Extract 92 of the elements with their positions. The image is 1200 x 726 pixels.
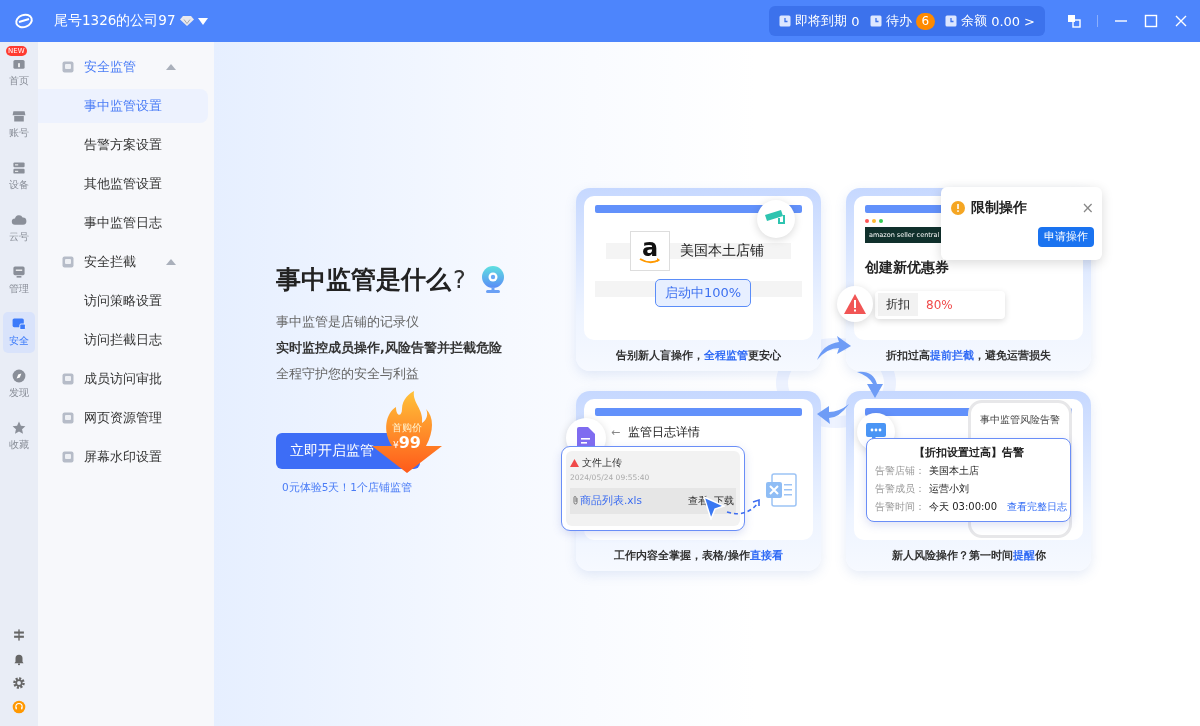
- store-logo: a: [630, 230, 670, 271]
- close-icon[interactable]: [1174, 14, 1188, 28]
- screenshot-icon[interactable]: [1067, 14, 1081, 28]
- status-value: 0: [851, 13, 860, 29]
- rail-item[interactable]: 云号: [3, 208, 35, 249]
- menu-group[interactable]: 安全监管: [38, 50, 208, 84]
- description-line: 实时监控成员操作,风险告警并拦截危险: [276, 340, 503, 357]
- page-icon: [62, 412, 74, 424]
- back-arrow: ←: [611, 425, 621, 439]
- alert-value: 运营小刘: [929, 481, 969, 496]
- rail-label: 设备: [9, 178, 29, 192]
- page-icon: [62, 61, 74, 73]
- webcam-icon: [479, 264, 506, 295]
- rail-item[interactable]: 设备: [3, 156, 35, 197]
- description-line: 全程守护您的安全与利益: [276, 366, 420, 383]
- rail-label: 收藏: [9, 438, 29, 452]
- cloud-icon: [11, 212, 27, 228]
- menu-item[interactable]: 屏幕水印设置: [38, 440, 208, 474]
- server-icon: [11, 160, 27, 176]
- description-line: 事中监管是店铺的记录仪: [276, 314, 420, 331]
- caret-icon[interactable]: [197, 17, 208, 25]
- question-mark: ?: [453, 265, 466, 294]
- page-heading: 监管日志详情: [628, 423, 701, 441]
- monitor-icon: [11, 264, 27, 280]
- status-value: 0.00: [991, 13, 1021, 29]
- status-label[interactable]: 余额: [961, 12, 988, 30]
- page-heading: 创建新优惠券: [865, 258, 949, 277]
- clock-icon: [779, 15, 792, 27]
- count-badge: 6: [915, 12, 936, 30]
- status-pill: 启动中100%: [655, 278, 751, 307]
- menu-item[interactable]: 访问拦截日志: [38, 323, 208, 357]
- menu-item[interactable]: 成员访问审批: [38, 362, 208, 396]
- discount-field[interactable]: 折扣 80%: [875, 290, 1005, 319]
- rail-item[interactable]: 账号: [3, 104, 35, 145]
- alert-label: 告警时间：: [875, 499, 925, 514]
- menu-item[interactable]: 访问策略设置: [38, 284, 208, 318]
- settings-icon[interactable]: [12, 676, 26, 690]
- maximize-icon[interactable]: [1144, 14, 1158, 28]
- compass-icon: [11, 368, 27, 384]
- paperclip-icon: [572, 496, 579, 505]
- card-caption: 告别新人盲操作，全程监管更安心: [615, 347, 782, 364]
- card-caption: 工作内容全掌握，表格/操作直接看: [613, 547, 784, 564]
- menu-item[interactable]: 网页资源管理: [38, 401, 208, 435]
- store-name: 美国本土店铺: [680, 241, 764, 260]
- notification-icon[interactable]: [12, 652, 26, 666]
- menu-item[interactable]: 事中监管设置: [38, 89, 208, 123]
- rail-label: 管理: [9, 282, 29, 296]
- card-caption: 折扣过高提前拦截，避免运营损失: [885, 347, 1052, 364]
- security-icon: [11, 316, 27, 332]
- menu-item[interactable]: 告警方案设置: [38, 128, 208, 162]
- file-link[interactable]: 商品列表.xls: [572, 493, 642, 508]
- event-title: 文件上传: [582, 455, 622, 470]
- diamond-icon: [179, 15, 194, 27]
- trial-note: 0元体验5天！1个店铺监管: [281, 481, 414, 495]
- chevron-icon: [166, 259, 176, 265]
- price-badge: 首购价 ¥99: [372, 391, 442, 473]
- rail-label: 安全: [9, 334, 29, 348]
- company-name[interactable]: 尾号1326的公司97: [54, 12, 176, 30]
- warning-icon: [951, 200, 965, 215]
- rail-item[interactable]: 安全: [3, 312, 35, 353]
- chevron[interactable]: >: [1024, 13, 1035, 29]
- rail-label: 账号: [9, 126, 29, 140]
- popup-title: 限制操作: [971, 198, 1027, 217]
- rail-item[interactable]: 管理: [3, 260, 35, 301]
- page-icon: [62, 373, 74, 385]
- page-icon: [62, 256, 74, 268]
- status-label[interactable]: 待办: [885, 12, 912, 30]
- rail-label: 首页: [9, 74, 29, 88]
- support-icon[interactable]: [12, 700, 26, 714]
- alert-label: 告警店铺：: [875, 463, 925, 478]
- alert-label: 告警成员：: [875, 481, 925, 496]
- store-icon: [11, 108, 27, 124]
- menu-group[interactable]: 安全拦截: [38, 245, 208, 279]
- close-button[interactable]: ×: [1081, 200, 1094, 215]
- rail-label: 云号: [9, 230, 29, 244]
- chevron-icon: [166, 64, 176, 70]
- apply-button[interactable]: 申请操作: [1038, 226, 1094, 247]
- spreadsheet-icon: [764, 471, 800, 508]
- page-icon: [62, 451, 74, 463]
- rail-item[interactable]: 发现: [3, 364, 35, 405]
- hero-title: 事中监管是什么: [276, 264, 451, 296]
- menu-item[interactable]: 事中监管日志: [38, 206, 208, 240]
- rail-item[interactable]: 收藏: [3, 416, 35, 457]
- signpost-icon[interactable]: [12, 628, 26, 642]
- app-logo-icon: [14, 11, 34, 31]
- menu-item[interactable]: 其他监管设置: [38, 167, 208, 201]
- star-icon: [11, 420, 27, 436]
- status-label[interactable]: 即将到期: [795, 12, 848, 30]
- rail-label: 发现: [9, 386, 29, 400]
- view-log-link[interactable]: 查看完整日志: [1007, 499, 1068, 514]
- card-caption: 新人风险操作？第一时间提醒你: [890, 547, 1047, 564]
- window-dots-drawing: [865, 218, 883, 223]
